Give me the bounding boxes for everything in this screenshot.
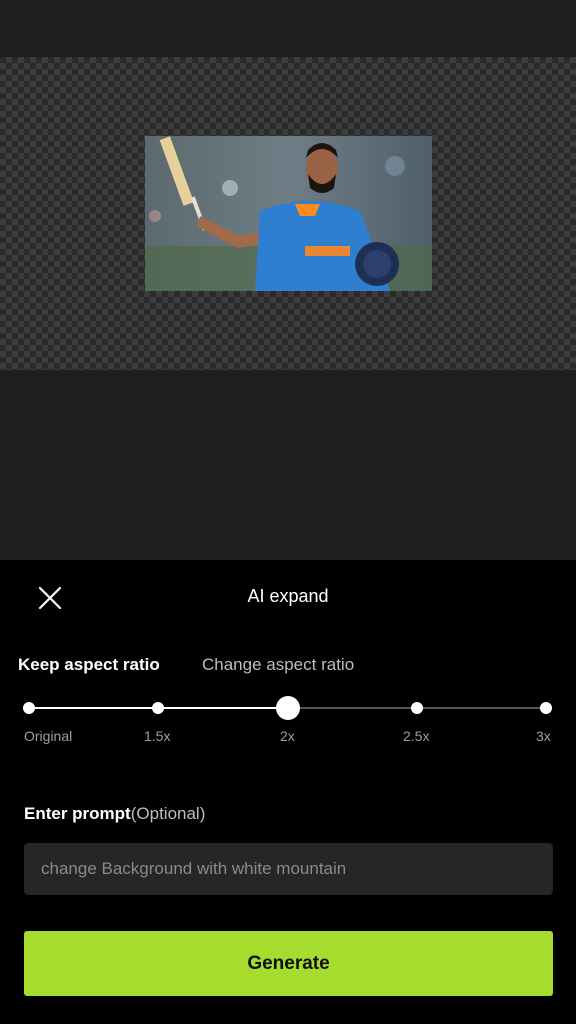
tick-label-original: Original (24, 728, 73, 744)
preview-area (0, 0, 576, 560)
prompt-optional-text: (Optional) (130, 804, 206, 823)
tab-change-aspect-ratio[interactable]: Change aspect ratio (202, 655, 354, 675)
source-photo (145, 136, 432, 291)
tick-label-3x: 3x (536, 728, 551, 744)
slider-stop-2-5x[interactable] (411, 702, 423, 714)
tick-label-1-5x: 1.5x (144, 728, 171, 744)
prompt-input[interactable] (24, 843, 553, 895)
slider-stop-3x[interactable] (540, 702, 552, 714)
tick-label-2x: 2x (280, 728, 295, 744)
scale-slider[interactable] (0, 690, 576, 730)
prompt-label-text: Enter prompt (24, 804, 131, 823)
slider-stop-1-5x[interactable] (152, 702, 164, 714)
slider-thumb-2x[interactable] (276, 696, 300, 720)
panel-title: AI expand (247, 586, 329, 606)
slider-stop-original[interactable] (23, 702, 35, 714)
tick-label-2-5x: 2.5x (403, 728, 430, 744)
prompt-label: Enter prompt(Optional) (24, 804, 205, 824)
tab-keep-aspect-ratio[interactable]: Keep aspect ratio (18, 655, 160, 675)
generate-button[interactable]: Generate (24, 931, 553, 996)
